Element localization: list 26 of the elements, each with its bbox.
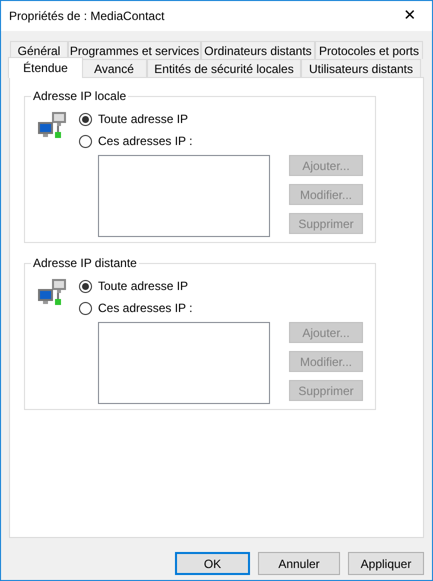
tab[interactable]: Avancé — [81, 59, 147, 77]
address-list[interactable] — [98, 155, 270, 237]
radio-button[interactable] — [79, 112, 92, 126]
radio-option[interactable]: Ces adresses IP : — [79, 299, 192, 317]
radio-button[interactable] — [79, 280, 92, 292]
group-title: Adresse IP distante — [31, 256, 139, 270]
radio-option[interactable]: Toute adresse IP — [79, 277, 188, 295]
tab[interactable]: Protocoles et ports — [315, 41, 423, 59]
radio-button[interactable] — [79, 302, 92, 314]
tab[interactable]: Étendue — [8, 57, 83, 78]
address-list[interactable] — [98, 322, 270, 404]
networked-computers-icon — [37, 111, 69, 139]
group-title: Adresse IP locale — [31, 89, 128, 103]
networked-computers-icon — [37, 278, 69, 306]
dialog-button[interactable]: Annuler — [258, 552, 340, 575]
tab[interactable]: Ordinateurs distants — [201, 41, 315, 59]
tab[interactable]: Entités de sécurité locales — [147, 59, 301, 77]
tab[interactable]: Utilisateurs distants — [301, 59, 421, 77]
window-title: Propriétés de : MediaContact — [9, 8, 164, 25]
close-button[interactable]: ✕ — [388, 1, 432, 31]
radio-button[interactable] — [79, 134, 92, 148]
radio-option[interactable]: Toute adresse IP — [79, 110, 188, 128]
dialog-button[interactable]: Appliquer — [348, 552, 424, 575]
dialog-button[interactable]: OK — [175, 552, 250, 575]
radio-option[interactable]: Ces adresses IP : — [79, 132, 192, 150]
tab[interactable]: Programmes et services — [68, 41, 201, 59]
